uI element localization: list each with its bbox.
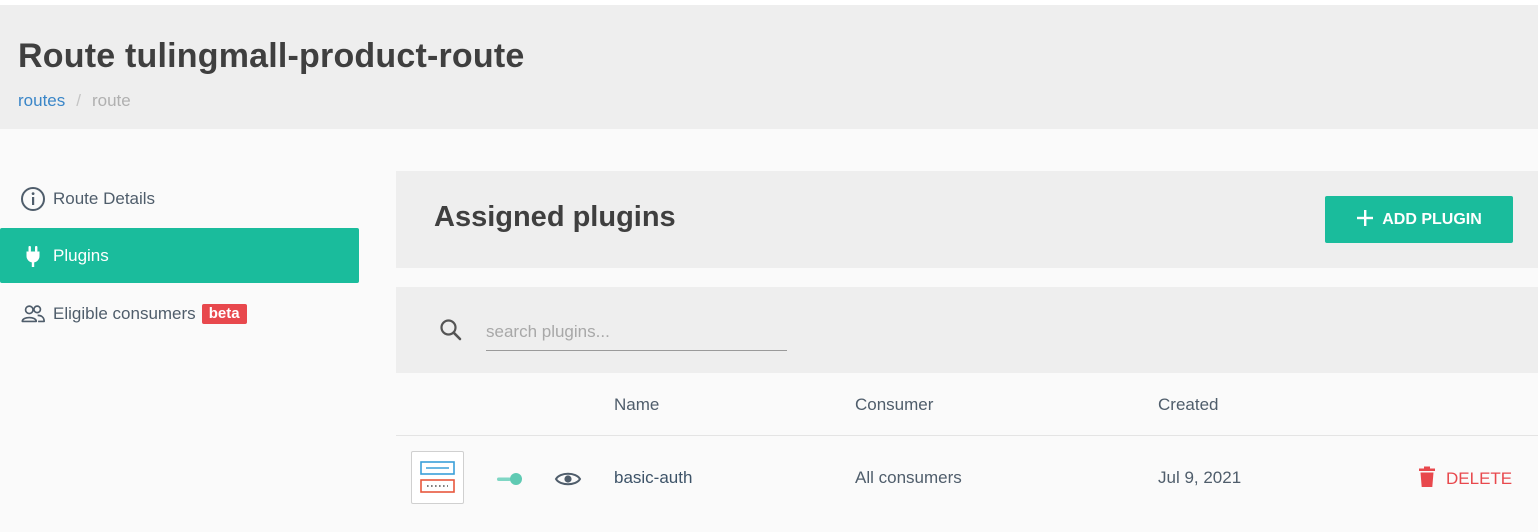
plugin-name-link[interactable]: basic-auth — [614, 468, 692, 488]
search-bar — [396, 287, 1538, 373]
plugin-consumer: All consumers — [855, 468, 962, 487]
assigned-plugins-header: Assigned plugins ADD PLUGIN — [396, 171, 1538, 268]
info-circle-icon — [20, 186, 46, 212]
breadcrumb-separator: / — [76, 91, 81, 110]
sidebar-item-label: Route Details — [53, 188, 156, 208]
beta-badge: beta — [201, 303, 247, 324]
breadcrumb-routes-link[interactable]: routes — [18, 91, 65, 111]
basic-auth-plugin-icon — [411, 451, 464, 504]
delete-plugin-button[interactable]: DELETE — [1418, 466, 1512, 492]
trash-icon — [1418, 466, 1436, 493]
plugin-enabled-toggle-icon[interactable] — [496, 472, 524, 486]
page-header: Route tulingmall-product-route routes / … — [0, 5, 1538, 129]
column-header-consumer[interactable]: Consumer — [855, 395, 933, 415]
eye-icon[interactable] — [554, 469, 582, 489]
breadcrumb: routes / route — [18, 91, 131, 111]
column-header-created[interactable]: Created — [1158, 395, 1218, 415]
plugin-created-date: Jul 9, 2021 — [1158, 468, 1242, 487]
add-plugin-button[interactable]: ADD PLUGIN — [1325, 196, 1513, 243]
search-plugins-input[interactable] — [486, 313, 787, 351]
table-header: Name Consumer Created — [396, 373, 1538, 436]
table-row: basic-auth All consumers Jul 9, 2021 DEL… — [396, 436, 1538, 532]
search-icon — [438, 317, 464, 343]
sidebar-item-label: Plugins — [53, 245, 109, 265]
users-icon — [20, 301, 46, 327]
add-plugin-label: ADD PLUGIN — [1382, 210, 1482, 228]
page-title: Route tulingmall-product-route — [18, 37, 525, 75]
column-header-name[interactable]: Name — [614, 395, 659, 415]
sidebar-item-route-details[interactable]: Route Details — [0, 171, 359, 226]
plug-icon — [20, 243, 46, 269]
delete-label: DELETE — [1446, 469, 1513, 488]
sidebar-item-plugins[interactable]: Plugins — [0, 228, 359, 283]
section-title: Assigned plugins — [434, 201, 676, 233]
sidebar-item-label: Eligible consumers — [53, 303, 196, 323]
breadcrumb-current: route — [91, 91, 131, 110]
plus-icon — [1356, 205, 1374, 231]
sidebar-item-eligible-consumers[interactable]: Eligible consumers beta — [0, 286, 359, 341]
